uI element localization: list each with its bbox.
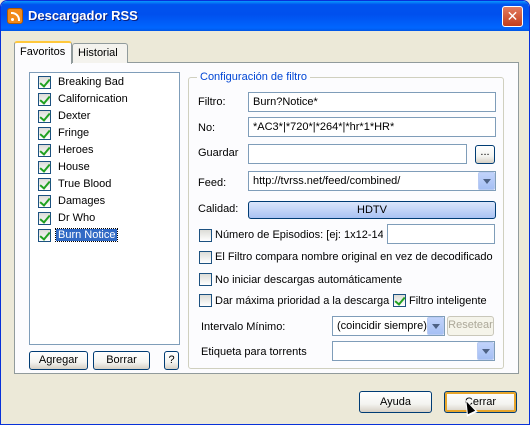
window-close-button[interactable]: ✕ <box>502 6 523 27</box>
quality-button[interactable]: HDTV <box>248 201 496 219</box>
max-priority-checkbox[interactable] <box>199 294 212 307</box>
list-item[interactable]: House <box>34 159 174 176</box>
min-interval-value: (coincidir siempre) <box>337 320 427 332</box>
episodes-label: Número de Episodios: [ej: 1x12-14] <box>215 229 383 241</box>
show-label: Dexter <box>58 110 91 122</box>
no-autostart-checkbox[interactable] <box>199 273 212 286</box>
reset-button[interactable]: Resetear <box>447 316 494 336</box>
torrent-tag-select[interactable] <box>332 341 495 361</box>
title-bar[interactable]: Descargador RSS ✕ <box>1 1 529 31</box>
rss-downloader-window: Descargador RSS ✕ Favoritos Historial Br… <box>0 0 530 425</box>
episodes-input[interactable] <box>387 224 495 244</box>
browse-button[interactable]: ... <box>475 145 495 164</box>
list-item[interactable]: Damages <box>34 193 174 210</box>
help-button[interactable]: Ayuda <box>359 391 432 413</box>
save-path-label: Guardar <box>198 147 239 159</box>
torrent-tag-label: Etiqueta para torrents <box>201 346 307 358</box>
filter-input[interactable]: Burn?Notice* <box>248 92 496 112</box>
smart-filter-label: Filtro inteligente <box>409 295 487 307</box>
episodes-checkbox[interactable] <box>199 229 212 242</box>
smart-filter-checkbox[interactable] <box>393 294 406 307</box>
show-label: Dr Who <box>58 212 96 224</box>
show-checkbox[interactable] <box>38 127 51 140</box>
show-label: Californication <box>58 93 128 105</box>
list-item[interactable]: Dexter <box>34 108 174 125</box>
show-label: Fringe <box>58 127 90 139</box>
list-item[interactable]: Fringe <box>34 125 174 142</box>
filter-config-title: Configuración de filtro <box>197 71 311 83</box>
show-checkbox[interactable] <box>38 110 51 123</box>
save-path-input[interactable] <box>248 144 467 164</box>
list-item[interactable]: Breaking Bad <box>34 74 174 91</box>
rss-feed-icon <box>7 8 23 24</box>
min-interval-label: Intervalo Mínimo: <box>201 321 286 333</box>
tab-historial[interactable]: Historial <box>72 43 128 63</box>
exclude-label: No: <box>198 122 216 134</box>
no-autostart-label: No iniciar descargas automáticamente <box>215 274 403 286</box>
show-checkbox[interactable] <box>38 212 51 225</box>
compare-original-label: El Filtro compara nombre original en vez… <box>215 251 493 263</box>
close-button[interactable]: Cerrar <box>444 391 517 413</box>
show-label: Breaking Bad <box>58 76 125 88</box>
close-icon: ✕ <box>506 8 519 24</box>
feed-select[interactable]: http://tvrss.net/feed/combined/ <box>248 171 496 191</box>
show-checkbox[interactable] <box>38 76 51 89</box>
list-item-selected[interactable]: Burn Notice <box>34 227 174 244</box>
quality-label: Calidad: <box>198 203 239 215</box>
show-label: True Blood <box>58 178 112 190</box>
show-label: Damages <box>58 195 106 207</box>
chevron-down-icon[interactable] <box>477 342 494 360</box>
remove-button[interactable]: Borrar <box>93 351 150 370</box>
list-item[interactable]: Dr Who <box>34 210 174 227</box>
max-priority-label: Dar máxima prioridad a la descarga <box>215 295 390 307</box>
show-checkbox[interactable] <box>38 144 51 157</box>
show-checkbox[interactable] <box>38 161 51 174</box>
list-item[interactable]: True Blood <box>34 176 174 193</box>
compare-original-checkbox[interactable] <box>199 251 212 264</box>
chevron-down-icon[interactable] <box>478 172 495 190</box>
show-checkbox[interactable] <box>38 229 51 242</box>
filter-label: Filtro: <box>198 96 226 108</box>
add-button[interactable]: Agregar <box>29 351 88 370</box>
show-checkbox[interactable] <box>38 195 51 208</box>
chevron-down-icon[interactable] <box>427 317 444 335</box>
show-label: House <box>58 161 90 173</box>
list-item[interactable]: Californication <box>34 91 174 108</box>
help-list-button[interactable]: ? <box>164 351 179 370</box>
window-title: Descargador RSS <box>28 8 138 23</box>
show-label: Heroes <box>58 144 94 156</box>
exclude-input[interactable]: *AC3*|*720*|*264*|*hr*1*HR* <box>248 117 496 137</box>
feed-label: Feed: <box>198 177 227 189</box>
tab-favoritos[interactable]: Favoritos <box>14 41 72 64</box>
feed-value: http://tvrss.net/feed/combined/ <box>253 175 401 187</box>
list-item[interactable]: Heroes <box>34 142 174 159</box>
favorite-shows-list[interactable]: Breaking Bad Californication Dexter Frin… <box>29 72 180 345</box>
show-label: Burn Notice <box>54 228 119 242</box>
show-checkbox[interactable] <box>38 93 51 106</box>
show-checkbox[interactable] <box>38 178 51 191</box>
